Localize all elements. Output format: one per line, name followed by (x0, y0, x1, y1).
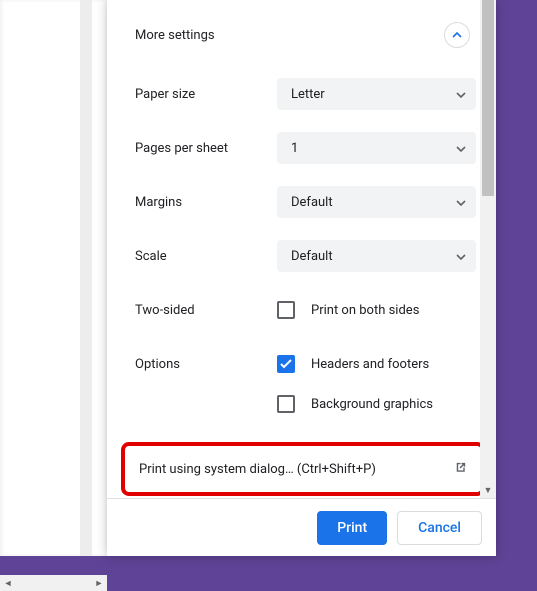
pages-per-sheet-row: Pages per sheet 1 (135, 132, 476, 164)
two-sided-checkbox[interactable] (277, 301, 295, 319)
paper-size-select[interactable]: Letter (277, 78, 476, 110)
pages-per-sheet-label: Pages per sheet (135, 141, 277, 156)
two-sided-label: Two-sided (135, 303, 277, 318)
paper-size-label: Paper size (135, 87, 277, 102)
more-settings-header[interactable]: More settings (135, 16, 476, 78)
chevron-down-icon (456, 87, 466, 102)
background-graphics-checkbox[interactable] (277, 395, 295, 413)
paper-size-row: Paper size Letter (135, 78, 476, 110)
options-headers-row: Options Headers and footers (135, 348, 476, 380)
margins-label: Margins (135, 195, 277, 210)
scroll-left-arrow[interactable]: ◄ (0, 575, 16, 591)
two-sided-checkbox-label: Print on both sides (311, 303, 419, 318)
scale-label: Scale (135, 249, 277, 264)
scale-row: Scale Default (135, 240, 476, 272)
chevron-down-icon (456, 195, 466, 210)
dialog-body: More settings Paper size Letter Pages pe… (107, 0, 496, 498)
preview-pane (0, 0, 108, 556)
pages-per-sheet-select[interactable]: 1 (277, 132, 476, 164)
more-settings-section: More settings Paper size Letter Pages pe… (107, 0, 496, 420)
open-external-icon (453, 460, 468, 479)
paper-size-value: Letter (291, 87, 325, 102)
print-button[interactable]: Print (317, 511, 387, 545)
headers-footers-checkbox[interactable] (277, 355, 295, 373)
two-sided-row: Two-sided Print on both sides (135, 294, 476, 326)
background-graphics-label: Background graphics (311, 397, 433, 412)
more-settings-title: More settings (135, 28, 215, 43)
scroll-right-arrow[interactable]: ► (91, 575, 107, 591)
horizontal-scrollbar[interactable]: ◄ ► (0, 575, 107, 591)
pages-per-sheet-value: 1 (291, 141, 298, 156)
vertical-scrollbar[interactable]: ▼ (480, 0, 496, 498)
chevron-down-icon (456, 249, 466, 264)
cancel-button[interactable]: Cancel (397, 511, 482, 545)
chevron-down-icon (456, 141, 466, 156)
headers-footers-label: Headers and footers (311, 357, 429, 372)
options-label: Options (135, 357, 277, 372)
margins-select[interactable]: Default (277, 186, 476, 218)
scrollbar-thumb[interactable] (482, 0, 494, 196)
system-dialog-link[interactable]: Print using system dialog… (Ctrl+Shift+P… (125, 444, 480, 494)
system-dialog-text: Print using system dialog… (Ctrl+Shift+P… (139, 462, 376, 477)
scale-value: Default (291, 249, 333, 264)
margins-value: Default (291, 195, 333, 210)
print-dialog: More settings Paper size Letter Pages pe… (107, 0, 496, 556)
scroll-down-arrow[interactable]: ▼ (480, 482, 496, 498)
options-background-row: Background graphics (135, 388, 476, 420)
chevron-up-icon (452, 32, 462, 38)
dialog-footer: Print Cancel (107, 498, 496, 556)
margins-row: Margins Default (135, 186, 476, 218)
scale-select[interactable]: Default (277, 240, 476, 272)
collapse-button[interactable] (444, 22, 470, 48)
